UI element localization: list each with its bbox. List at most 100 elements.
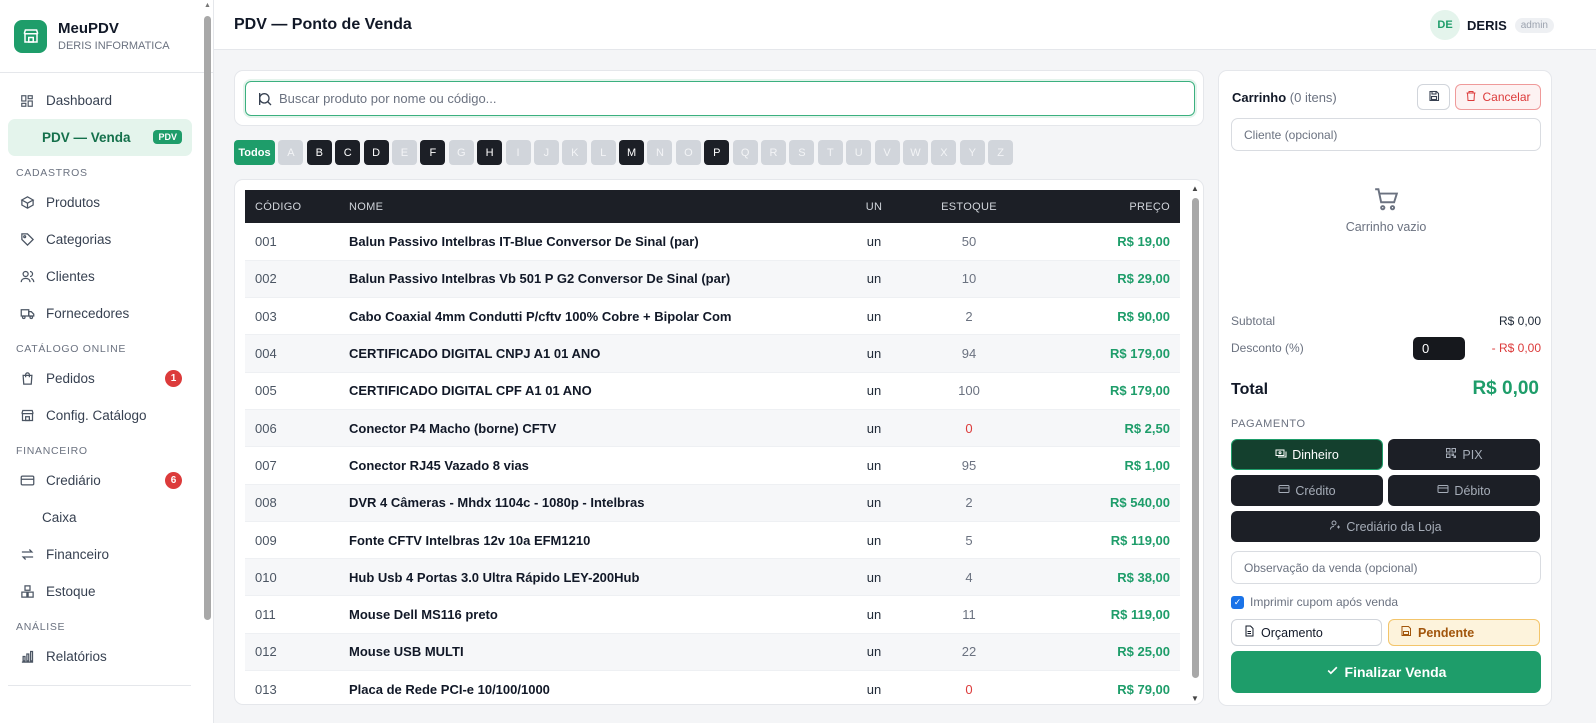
filter-letter-a[interactable]: A [278, 140, 304, 165]
filter-letter-e[interactable]: E [391, 140, 417, 165]
observation-field[interactable]: Observação da venda (opcional) [1231, 551, 1541, 584]
print-receipt-option[interactable]: ✓ Imprimir cupom após venda [1231, 595, 1398, 609]
table-row[interactable]: 013 Placa de Rede PCI-e 10/100/1000 un 0 R$ … [245, 671, 1180, 704]
table-row[interactable]: 009 Fonte CFTV Intelbras 12v 10a EFM1210 u… [245, 521, 1180, 559]
filter-letter-z[interactable]: Z [988, 140, 1014, 165]
filter-letter-u[interactable]: U [846, 140, 872, 165]
cell-price: R$ 119,00 [1110, 607, 1170, 623]
table-row[interactable]: 010 Hub Usb 4 Portas 3.0 Ultra Rápido LEY… [245, 558, 1180, 596]
filter-letter-t[interactable]: T [817, 140, 843, 165]
table-row[interactable]: 002 Balun Passivo Intelbras Vb 501 P G2 C… [245, 260, 1180, 298]
col-header-stock[interactable]: ESTOQUE [909, 190, 1029, 223]
sidebar-item-pdv[interactable]: PDV — Venda PDV [8, 119, 192, 156]
product-table: CÓDIGO NOME UN ESTOQUE PREÇO 001 Balun Pa… [245, 190, 1180, 704]
filter-letter-f[interactable]: F [420, 140, 446, 165]
filter-letter-y[interactable]: Y [959, 140, 985, 165]
filter-letter-x[interactable]: X [931, 140, 957, 165]
col-header-un[interactable]: UN [839, 190, 909, 223]
table-row[interactable]: 012 Mouse USB MULTI un 22 R$ 25,00 [245, 633, 1180, 671]
brand-subtitle: DERIS INFORMATICA [58, 40, 170, 52]
print-receipt-checkbox[interactable]: ✓ [1231, 595, 1244, 609]
filter-letter-j[interactable]: J [533, 140, 559, 165]
filter-letter-r[interactable]: R [761, 140, 787, 165]
user-menu[interactable]: DE DERIS admin [1430, 10, 1554, 40]
filter-letter-d[interactable]: D [363, 140, 389, 165]
scroll-down-arrow-icon[interactable]: ▼ [1191, 694, 1199, 703]
check-icon [1326, 664, 1339, 680]
pay-debito-button[interactable]: Débito [1388, 475, 1540, 506]
filter-letter-o[interactable]: O [675, 140, 701, 165]
pay-pix-label: PIX [1462, 447, 1483, 462]
filter-letter-c[interactable]: C [335, 140, 361, 165]
sidebar-item-crediario[interactable]: Crediário 6 [8, 462, 192, 499]
cell-stock: 5 [965, 532, 973, 548]
filter-letter-k[interactable]: K [562, 140, 588, 165]
filter-letter-p[interactable]: P [704, 140, 730, 165]
filter-letter-b[interactable]: B [306, 140, 332, 165]
col-header-code[interactable]: CÓDIGO [245, 190, 339, 223]
search-box[interactable] [245, 81, 1195, 116]
col-header-name[interactable]: NOME [339, 190, 839, 223]
filter-letter-n[interactable]: N [647, 140, 673, 165]
table-scrollbar[interactable]: ▲ ▼ [1191, 184, 1200, 703]
sidebar-item-estoque[interactable]: Estoque [8, 573, 192, 610]
cell-price: R$ 2,50 [1124, 420, 1170, 436]
sidebar-item-categorias[interactable]: Categorias [8, 221, 192, 258]
sidebar-scroll-thumb[interactable] [204, 16, 211, 620]
sidebar-item-produtos[interactable]: Produtos [8, 184, 192, 221]
filter-letter-m[interactable]: M [619, 140, 645, 165]
client-field[interactable]: Cliente (opcional) [1231, 118, 1541, 151]
pay-pix-button[interactable]: PIX [1388, 439, 1540, 470]
filter-letter-w[interactable]: W [902, 140, 928, 165]
col-header-price[interactable]: PREÇO [1029, 190, 1180, 223]
table-row[interactable]: 008 DVR 4 Câmeras - Mhdx 1104c - 1080p - … [245, 484, 1180, 522]
filter-letter-s[interactable]: S [789, 140, 815, 165]
sidebar-item-fornecedores[interactable]: Fornecedores [8, 295, 192, 332]
cell-stock: 100 [958, 383, 980, 399]
table-row[interactable]: 007 Conector RJ45 Vazado 8 vias un 95 R$ 1,0… [245, 447, 1180, 485]
sidebar-item-relatorios[interactable]: Relatórios [8, 638, 192, 675]
avatar: DE [1430, 10, 1461, 40]
table-row[interactable]: 004 CERTIFICADO DIGITAL CNPJ A1 01 ANO un 9… [245, 334, 1180, 373]
sidebar-scrollbar[interactable]: ▲ [203, 2, 212, 620]
sidebar-item-caixa[interactable]: Caixa [8, 499, 192, 536]
orcamento-button[interactable]: Orçamento [1231, 619, 1382, 646]
filter-letter-i[interactable]: I [505, 140, 531, 165]
storefront-icon [19, 408, 35, 424]
cell-name: Mouse USB MULTI [349, 644, 464, 660]
cell-name: CERTIFICADO DIGITAL CNPJ A1 01 ANO [349, 346, 601, 362]
discount-input[interactable]: 0 [1413, 337, 1465, 360]
pay-dinheiro-button[interactable]: Dinheiro [1231, 439, 1383, 470]
filter-letter-v[interactable]: V [874, 140, 900, 165]
pay-credito-button[interactable]: Crédito [1231, 475, 1383, 506]
sidebar-item-pedidos[interactable]: Pedidos 1 [8, 360, 192, 397]
filter-letter-q[interactable]: Q [732, 140, 758, 165]
sidebar-item-config-catalogo[interactable]: Config. Catálogo [8, 397, 192, 434]
sidebar-item-clientes[interactable]: Clientes [8, 258, 192, 295]
filter-letter-h[interactable]: H [477, 140, 503, 165]
subtotal-row: Subtotal R$ 0,00 [1231, 314, 1541, 328]
sidebar-item-financeiro[interactable]: Financeiro [8, 536, 192, 573]
finalize-sale-button[interactable]: Finalizar Venda [1231, 651, 1541, 693]
filter-letter-l[interactable]: L [590, 140, 616, 165]
cancel-button[interactable]: Cancelar [1455, 84, 1541, 110]
pendente-button[interactable]: Pendente [1388, 619, 1540, 646]
sidebar-item-dashboard[interactable]: Dashboard [8, 82, 192, 119]
scroll-up-arrow-icon[interactable]: ▲ [204, 2, 211, 9]
scroll-up-arrow-icon[interactable]: ▲ [1191, 184, 1199, 193]
table-row[interactable]: 005 CERTIFICADO DIGITAL CPF A1 01 ANO un 10… [245, 372, 1180, 410]
cell-code: 007 [255, 457, 277, 473]
brand-header[interactable]: MeuPDV DERIS INFORMATICA [0, 0, 213, 73]
table-row[interactable]: 011 Mouse Dell MS116 preto un 11 R$ 119,00 [245, 596, 1180, 634]
table-row[interactable]: 003 Cabo Coaxial 4mm Condutti P/cftv 100%… [245, 298, 1180, 335]
cell-un: un [866, 607, 882, 623]
save-cart-button[interactable] [1417, 84, 1450, 110]
table-row[interactable]: 001 Balun Passivo Intelbras IT-Blue Conve… [245, 223, 1180, 261]
search-input[interactable] [279, 91, 1159, 106]
table-scroll-thumb[interactable] [1192, 198, 1199, 678]
filter-all-button[interactable]: Todos [234, 140, 275, 165]
user-icon [1329, 519, 1341, 534]
pay-crediario-button[interactable]: Crediário da Loja [1231, 511, 1540, 542]
table-row[interactable]: 006 Conector P4 Macho (borne) CFTV un 0 R$ 2… [245, 409, 1180, 447]
filter-letter-g[interactable]: G [448, 140, 474, 165]
